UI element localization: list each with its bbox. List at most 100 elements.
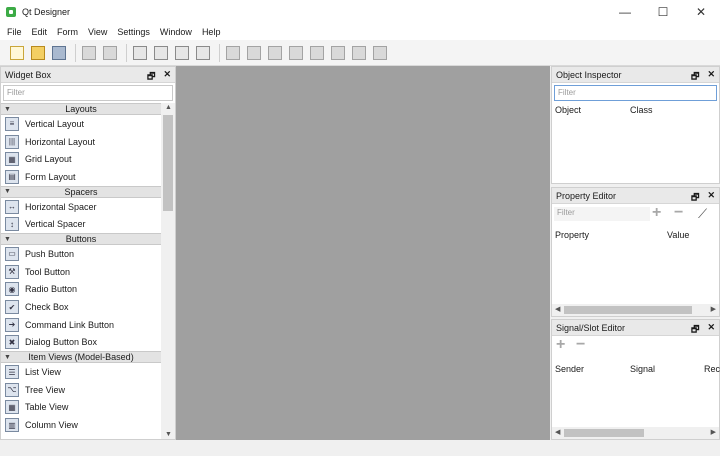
- remove-connection-icon[interactable]: −: [576, 336, 585, 354]
- scroll-right-icon[interactable]: ▶: [711, 305, 716, 313]
- lay-out-horizontal-splitter-icon[interactable]: [266, 44, 284, 62]
- column-header-object[interactable]: Object: [555, 105, 581, 115]
- lay-out-form-icon[interactable]: [329, 44, 347, 62]
- status-bar: [0, 440, 720, 456]
- widget-item-grid-layout[interactable]: ▦ Grid Layout: [1, 150, 161, 168]
- add-dynamic-property-icon[interactable]: +: [652, 204, 661, 222]
- window-title: Qt Designer: [22, 7, 71, 17]
- scroll-left-icon[interactable]: ◀: [555, 305, 560, 313]
- column-header-sender[interactable]: Sender: [555, 364, 584, 374]
- widget-item-table-view[interactable]: ▦ Table View: [1, 399, 161, 417]
- edit-tab-order-icon[interactable]: [194, 44, 212, 62]
- float-icon[interactable]: 🗗: [147, 69, 155, 85]
- menu-settings[interactable]: Settings: [112, 27, 155, 37]
- command-link-button-icon: ➔: [5, 317, 19, 332]
- maximize-button[interactable]: ☐: [644, 0, 682, 24]
- menu-edit[interactable]: Edit: [27, 27, 53, 37]
- column-view-icon: ▥: [5, 418, 19, 433]
- category-item-views[interactable]: ▼ Item Views (Model-Based): [1, 351, 161, 364]
- column-header-property[interactable]: Property: [555, 230, 589, 240]
- title-bar: Qt Designer — ☐ ✕: [0, 0, 720, 24]
- property-editor-title: Property Editor: [556, 190, 617, 201]
- widget-item-tool-button[interactable]: ⚒ Tool Button: [1, 263, 161, 281]
- scroll-down-icon[interactable]: ▼: [165, 431, 172, 438]
- signal-slot-hscrollbar[interactable]: ◀ ▶: [552, 427, 719, 439]
- widget-box-scrollbar[interactable]: ▲ ▼: [161, 103, 175, 439]
- widget-item-vertical-spacer[interactable]: ↕ Vertical Spacer: [1, 215, 161, 233]
- widget-item-dialog-button-box[interactable]: ✖ Dialog Button Box: [1, 334, 161, 352]
- column-header-class[interactable]: Class: [630, 105, 653, 115]
- mdi-workspace[interactable]: [176, 66, 550, 440]
- menu-window[interactable]: Window: [155, 27, 197, 37]
- column-header-signal[interactable]: Signal: [630, 364, 655, 374]
- send-to-back-icon[interactable]: [80, 44, 98, 62]
- signal-slot-editor-dock: Signal/Slot Editor 🗗 ✕ + − Sender Signal…: [551, 319, 720, 440]
- lay-out-vertical-splitter-icon[interactable]: [287, 44, 305, 62]
- open-form-icon[interactable]: [29, 44, 47, 62]
- lay-out-horizontally-icon[interactable]: [224, 44, 242, 62]
- category-spacers[interactable]: ▼ Spacers: [1, 185, 161, 198]
- widget-box-title-bar[interactable]: Widget Box 🗗 ✕: [1, 67, 175, 83]
- minimize-button[interactable]: —: [606, 0, 644, 24]
- tree-view-icon: ⌥: [5, 382, 19, 397]
- dialog-button-box-icon: ✖: [5, 335, 19, 350]
- widget-item-check-box[interactable]: ✔ Check Box: [1, 298, 161, 316]
- close-icon[interactable]: ✕: [163, 69, 171, 85]
- object-inspector-title-bar[interactable]: Object Inspector 🗗 ✕: [552, 67, 719, 83]
- scrollbar-thumb[interactable]: [163, 115, 173, 211]
- scrollbar-thumb[interactable]: [564, 306, 692, 314]
- menu-file[interactable]: File: [2, 27, 27, 37]
- edit-widgets-icon[interactable]: [131, 44, 149, 62]
- signal-slot-editor-title-bar[interactable]: Signal/Slot Editor 🗗 ✕: [552, 320, 719, 336]
- property-editor-dock: Property Editor 🗗 ✕ Filter + − ⟋ Propert…: [551, 187, 720, 317]
- property-editor-header: Property Value: [552, 228, 719, 242]
- form-layout-icon: ▤: [5, 169, 19, 184]
- configure-icon[interactable]: ⟋: [698, 206, 707, 222]
- widget-item-radio-button[interactable]: ◉ Radio Button: [1, 281, 161, 299]
- float-icon[interactable]: 🗗: [691, 69, 699, 85]
- scroll-right-icon[interactable]: ▶: [711, 428, 716, 436]
- widget-item-vertical-layout[interactable]: ≡ Vertical Layout: [1, 115, 161, 133]
- category-layouts[interactable]: ▼ Layouts: [1, 103, 161, 115]
- edit-signals-slots-icon[interactable]: [152, 44, 170, 62]
- new-form-icon[interactable]: [8, 44, 26, 62]
- column-header-receiver[interactable]: Rec: [704, 364, 720, 374]
- scrollbar-thumb[interactable]: [564, 429, 644, 437]
- break-layout-icon[interactable]: [350, 44, 368, 62]
- close-icon[interactable]: ✕: [707, 69, 715, 85]
- widget-item-horizontal-layout[interactable]: ||| Horizontal Layout: [1, 133, 161, 151]
- scroll-left-icon[interactable]: ◀: [555, 428, 560, 436]
- scroll-up-icon[interactable]: ▲: [165, 104, 172, 111]
- menu-form[interactable]: Form: [52, 27, 83, 37]
- chevron-down-icon: ▼: [4, 105, 11, 113]
- property-editor-filter-input[interactable]: Filter: [554, 207, 650, 221]
- widget-item-horizontal-spacer[interactable]: ↔ Horizontal Spacer: [1, 198, 161, 216]
- widget-item-tree-view[interactable]: ⌥ Tree View: [1, 381, 161, 399]
- menu-view[interactable]: View: [83, 27, 112, 37]
- lay-out-grid-icon[interactable]: [308, 44, 326, 62]
- widget-item-form-layout[interactable]: ▤ Form Layout: [1, 168, 161, 186]
- object-inspector-filter-input[interactable]: Filter: [554, 85, 717, 101]
- toolbar-separator: [219, 43, 220, 62]
- widget-item-column-view[interactable]: ▥ Column View: [1, 416, 161, 434]
- save-form-icon[interactable]: [50, 44, 68, 62]
- lay-out-vertically-icon[interactable]: [245, 44, 263, 62]
- tool-button-icon: ⚒: [5, 264, 19, 279]
- column-header-value[interactable]: Value: [667, 230, 689, 240]
- property-editor-hscrollbar[interactable]: ◀ ▶: [552, 304, 719, 316]
- property-editor-title-bar[interactable]: Property Editor 🗗 ✕: [552, 188, 719, 204]
- remove-dynamic-property-icon[interactable]: −: [674, 204, 683, 222]
- widget-box-filter-input[interactable]: Filter: [3, 85, 173, 101]
- widget-item-command-link-button[interactable]: ➔ Command Link Button: [1, 316, 161, 334]
- bring-to-front-icon[interactable]: [101, 44, 119, 62]
- close-button[interactable]: ✕: [682, 0, 720, 24]
- menu-help[interactable]: Help: [197, 27, 226, 37]
- main-toolbar: [0, 40, 720, 66]
- edit-buddies-icon[interactable]: [173, 44, 191, 62]
- add-connection-icon[interactable]: +: [556, 336, 565, 354]
- adjust-size-icon[interactable]: [371, 44, 389, 62]
- widget-item-list-view[interactable]: ☰ List View: [1, 363, 161, 381]
- signal-slot-header: Sender Signal Rec: [552, 362, 720, 376]
- widget-item-push-button[interactable]: ▭ Push Button: [1, 245, 161, 263]
- category-buttons[interactable]: ▼ Buttons: [1, 233, 161, 246]
